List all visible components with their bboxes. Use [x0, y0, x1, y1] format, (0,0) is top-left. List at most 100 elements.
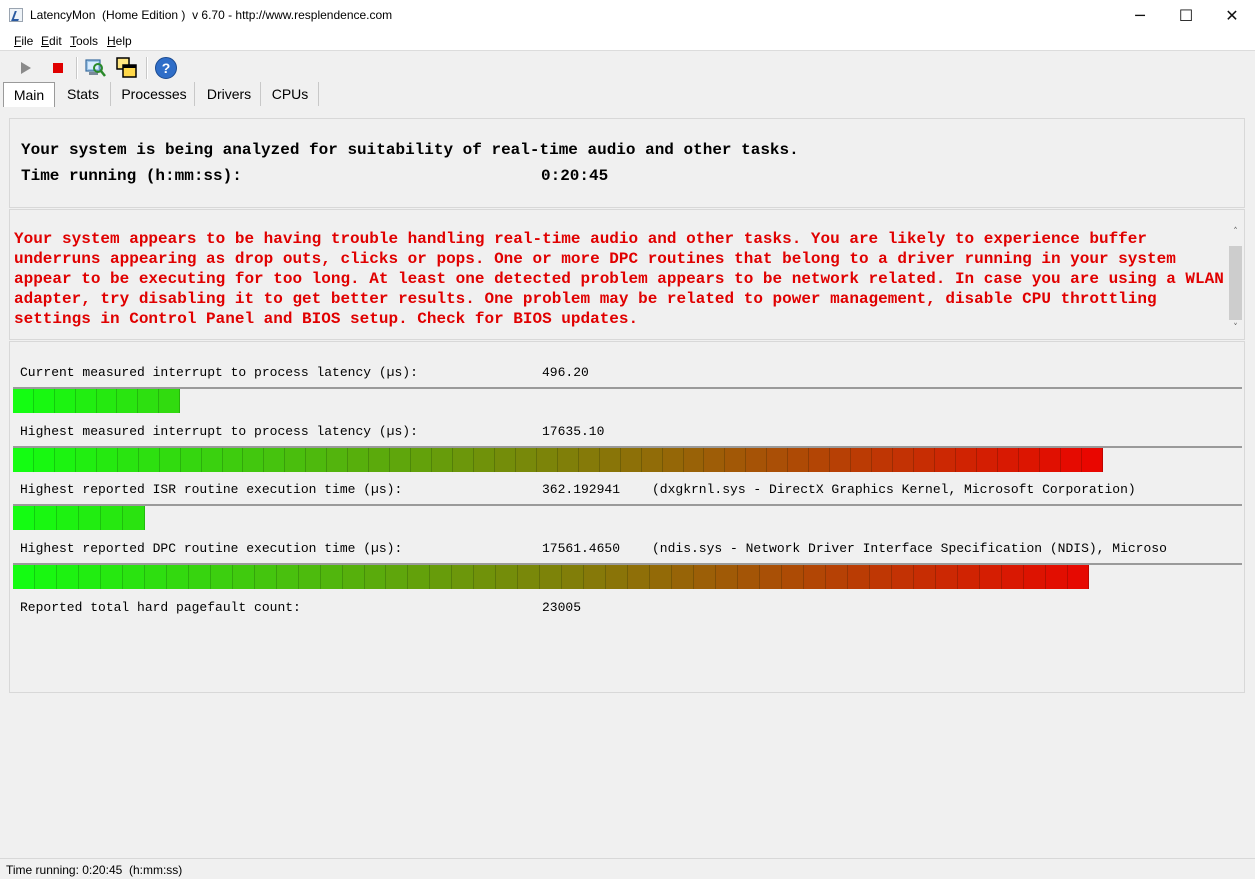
meter-segment: [979, 565, 1002, 589]
meter-segment: [1067, 565, 1090, 589]
tab-drivers[interactable]: Drivers: [198, 82, 261, 106]
menu-edit[interactable]: Edit: [41, 34, 62, 48]
meter-segment: [934, 448, 956, 472]
meter-segment: [893, 448, 914, 472]
meter-segment: [803, 565, 826, 589]
meter-track: [13, 563, 1242, 589]
latency-meter-current: [13, 389, 180, 413]
meter-segment: [851, 448, 873, 472]
scroll-thumb[interactable]: [1229, 246, 1242, 320]
meter-segment: [79, 506, 101, 530]
summary-panel: Your system is being analyzed for suitab…: [9, 118, 1245, 208]
meter-segment: [13, 389, 34, 413]
meter-segment: [997, 448, 1019, 472]
meter-segment: [662, 448, 684, 472]
meter-segment: [411, 448, 433, 472]
meter-segment: [201, 448, 223, 472]
meter-segment: [767, 448, 789, 472]
meter-segment: [809, 448, 831, 472]
meter-segment: [557, 448, 579, 472]
status-bar: Time running: 0:20:45 (h:mm:ss): [0, 858, 1255, 879]
close-button[interactable]: ✕: [1209, 0, 1255, 31]
meter-segment: [913, 448, 935, 472]
meter-segment: [473, 448, 495, 472]
meter-segment: [518, 565, 541, 589]
meter-segment: [54, 448, 76, 472]
meter-segment: [364, 565, 387, 589]
metric-label: Highest reported ISR routine execution t…: [20, 482, 403, 497]
play-icon: [21, 62, 31, 74]
metrics-panel: Current measured interrupt to process la…: [9, 341, 1245, 693]
meter-segment: [562, 565, 585, 589]
tab-main[interactable]: Main: [3, 82, 55, 107]
pagefault-label: Reported total hard pagefault count:: [20, 600, 301, 615]
analyze-button[interactable]: [83, 56, 107, 80]
meter-segment: [408, 565, 431, 589]
scroll-down-icon[interactable]: ˅: [1227, 320, 1244, 336]
meter-segment: [704, 448, 726, 472]
meter-segment: [243, 448, 265, 472]
metric-value: 496.20: [542, 365, 589, 380]
meter-segment: [13, 448, 34, 472]
help-icon: ?: [155, 57, 177, 79]
window-title: LatencyMon (Home Edition ) v 6.70 - http…: [30, 8, 393, 22]
metric-value: 362.192941: [542, 482, 621, 497]
time-running-label: Time running (h:mm:ss):: [21, 167, 242, 185]
meter-segment: [474, 565, 497, 589]
start-button[interactable]: [14, 56, 38, 80]
maximize-button[interactable]: ☐: [1163, 0, 1209, 31]
meter-segment: [955, 448, 977, 472]
meter-segment: [57, 506, 79, 530]
meter-segment: [976, 448, 998, 472]
meter-segment: [830, 448, 852, 472]
status-bar-text: Time running: 0:20:45 (h:mm:ss): [6, 863, 183, 877]
menu-help[interactable]: Help: [107, 34, 132, 48]
meter-segment: [232, 565, 255, 589]
meter-segment: [781, 565, 804, 589]
stop-button[interactable]: [46, 56, 70, 80]
scroll-up-icon[interactable]: ˄: [1227, 224, 1244, 240]
meter-segment: [1060, 448, 1082, 472]
meter-segment: [725, 448, 747, 472]
meter-segment: [348, 448, 370, 472]
meter-segment: [122, 565, 145, 589]
pagefault-value: 23005: [542, 600, 582, 615]
meter-segment: [34, 565, 57, 589]
meter-segment: [117, 389, 139, 413]
meter-segment: [716, 565, 738, 589]
meter-segment: [453, 448, 474, 472]
meter-segment: [75, 389, 97, 413]
meter-segment: [628, 565, 651, 589]
menu-file[interactable]: File: [14, 34, 33, 48]
meter-segment: [188, 565, 211, 589]
meter-segment: [452, 565, 475, 589]
tab-cpus[interactable]: CPUs: [262, 82, 319, 106]
tab-strip: Main Stats Processes Drivers CPUs: [0, 82, 1255, 108]
meter-segment: [285, 448, 307, 472]
meter-segment: [56, 565, 79, 589]
metric-label: Highest reported DPC routine execution t…: [20, 541, 403, 556]
meter-segment: [496, 565, 519, 589]
title-bar: LatencyMon (Home Edition ) v 6.70 - http…: [0, 0, 1255, 31]
meter-segment: [222, 448, 244, 472]
meter-segment: [913, 565, 936, 589]
meter-segment: [180, 448, 202, 472]
help-button[interactable]: ?: [154, 56, 178, 80]
dpc-meter: [13, 565, 1090, 589]
warning-scrollbar[interactable]: ˄ ˅: [1227, 224, 1244, 336]
menu-tools[interactable]: Tools: [70, 34, 98, 48]
tab-processes[interactable]: Processes: [114, 82, 195, 106]
minimize-button[interactable]: ─: [1117, 0, 1163, 31]
meter-segment: [159, 448, 181, 472]
meter-segment: [386, 565, 409, 589]
meter-segment: [1001, 565, 1024, 589]
tab-stats[interactable]: Stats: [56, 82, 111, 106]
metric-label: Highest measured interrupt to process la…: [20, 424, 418, 439]
metric-detail: (dxgkrnl.sys - DirectX Graphics Kernel, …: [652, 482, 1136, 497]
windows-button[interactable]: [115, 56, 139, 80]
meter-segment: [847, 565, 870, 589]
meter-track: [13, 387, 1242, 413]
isr-meter: [13, 506, 145, 530]
warning-panel: Your system appears to be having trouble…: [9, 209, 1245, 340]
meter-segment: [210, 565, 233, 589]
